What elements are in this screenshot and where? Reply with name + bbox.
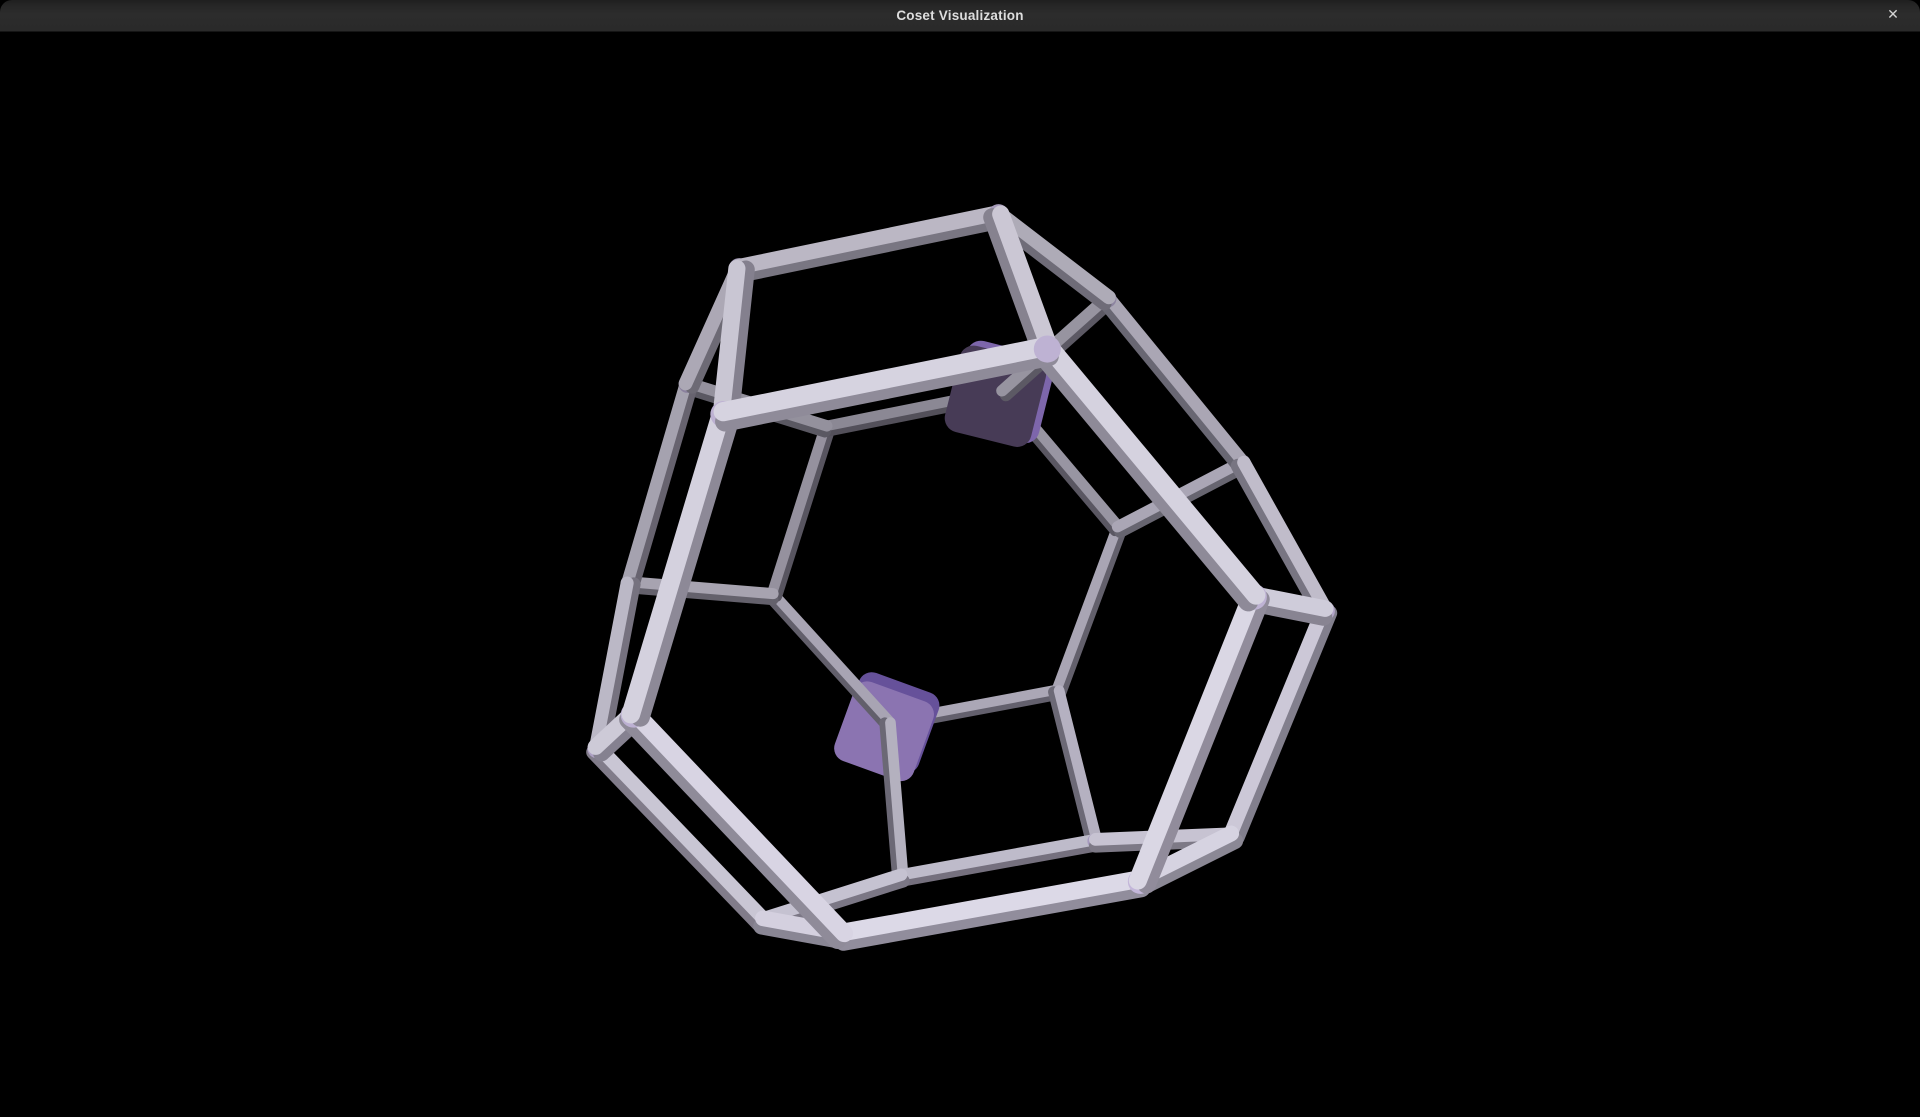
strut-edge [1056,528,1117,691]
strut-shadow-face [902,845,1096,880]
coset-3d-viewport[interactable] [0,32,1920,1117]
strut-edge [739,213,998,267]
strut-shadow-face [640,416,730,717]
window-title: Coset Visualization [896,8,1023,23]
close-icon[interactable]: ✕ [1876,0,1910,31]
strut-shadow-face [844,888,1142,942]
strut-edge [901,840,1095,875]
strut-edge [772,427,825,595]
viewport-canvas [0,32,1920,1117]
strut-shadow-face [770,598,886,725]
strut-edge [774,594,890,721]
strut-shadow-face [1054,692,1092,842]
titlebar[interactable]: Coset Visualization ✕ [0,0,1920,32]
vertex-joint [1034,336,1061,363]
app-window: Coset Visualization ✕ [0,0,1920,1117]
strut-shadow-face [777,429,830,597]
strut-shadow-face [740,221,999,275]
strut-shadow-face [1061,530,1122,693]
strut-edge [1059,691,1097,841]
